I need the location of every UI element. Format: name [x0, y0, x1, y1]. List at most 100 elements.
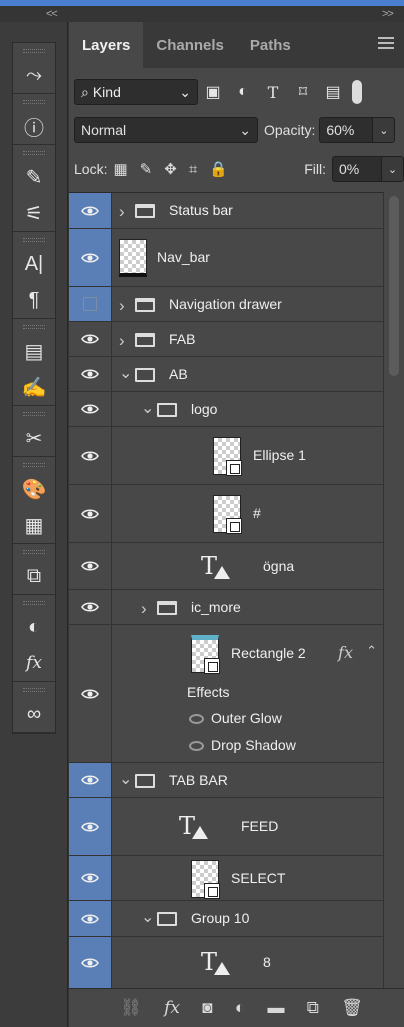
visibility-toggle[interactable] [69, 625, 112, 762]
layer-name[interactable]: AB [169, 366, 188, 382]
layer-name[interactable]: ic_more [191, 599, 241, 615]
adjustments-icon[interactable]: ⚟ [13, 195, 55, 231]
visibility-toggle[interactable] [69, 901, 112, 936]
layer-thumbnail[interactable] [191, 859, 220, 899]
layer-row[interactable]: ⌄ TAB BAR [69, 763, 383, 798]
layer-row[interactable]: Ellipse 1 [69, 427, 383, 485]
visibility-toggle[interactable] [69, 543, 112, 589]
lock-artboard-icon[interactable]: ⌗ [189, 161, 197, 178]
type-filter-icon[interactable]: T [258, 83, 288, 102]
visibility-toggle[interactable] [69, 485, 112, 542]
layer-thumbnail[interactable] [213, 495, 242, 534]
tab-paths[interactable]: Paths [237, 22, 304, 68]
tool-group-grip[interactable] [23, 601, 45, 605]
layer-row[interactable]: T FEED [69, 798, 383, 856]
layer-name[interactable]: FAB [169, 331, 195, 347]
brush-settings-icon[interactable]: ✎ [13, 159, 55, 195]
tool-group-grip[interactable] [23, 49, 45, 53]
delete-icon[interactable]: 🗑 [341, 998, 363, 1018]
layer-name[interactable]: Nav_bar [157, 249, 210, 265]
effect-item[interactable]: Outer Glow [211, 710, 282, 726]
visibility-toggle[interactable] [69, 392, 112, 426]
chevron-down-icon[interactable]: ⌄ [119, 769, 132, 789]
glyph-panel-icon[interactable]: ▤ [13, 333, 55, 369]
visibility-toggle[interactable] [69, 193, 112, 228]
history-icon[interactable]: ⤳ [13, 57, 55, 93]
opacity-input[interactable]: 60% [319, 117, 374, 143]
add-mask-icon[interactable]: ◙ [202, 998, 212, 1018]
effect-eye-icon[interactable] [189, 714, 204, 724]
layer-row[interactable]: ⌄ Group 10 [69, 901, 383, 937]
visibility-toggle[interactable] [69, 357, 112, 391]
visibility-toggle[interactable] [69, 763, 112, 797]
layer-name[interactable]: Status bar [169, 202, 233, 218]
layer-name[interactable]: TAB BAR [169, 772, 228, 788]
collapse-right-button[interactable]: >> [382, 8, 394, 22]
link-icon[interactable]: ⛓ [120, 998, 142, 1018]
fx-icon[interactable]: fx [164, 998, 180, 1018]
chevron-down-icon[interactable]: ⌄ [119, 363, 132, 383]
layers-scrollbar[interactable] [383, 192, 404, 988]
tool-group-grip[interactable] [23, 463, 45, 467]
layer-thumbnail[interactable] [191, 635, 220, 674]
layer-name[interactable]: 8 [263, 954, 271, 970]
effect-item[interactable]: Drop Shadow [211, 737, 296, 753]
visibility-toggle[interactable] [69, 427, 112, 484]
paragraph-icon[interactable]: ¶ [13, 282, 55, 318]
grid-icon[interactable]: ▦ [13, 507, 55, 543]
tool-group-grip[interactable] [23, 325, 45, 329]
blend-mode-select[interactable]: Normal ⌄ [74, 117, 258, 143]
fill-input[interactable]: 0% [332, 156, 382, 182]
layer-row[interactable]: Nav_bar [69, 229, 383, 287]
filter-toggle-switch[interactable] [352, 80, 362, 104]
visibility-toggle[interactable] [69, 287, 112, 321]
panel-menu-icon[interactable] [378, 37, 394, 49]
info-icon[interactable]: ⓘ [13, 108, 55, 144]
adjustment-filter-icon[interactable]: ◐ [228, 83, 258, 101]
visibility-toggle[interactable] [69, 798, 112, 855]
chevron-right-icon[interactable]: › [119, 202, 125, 222]
visibility-toggle[interactable] [69, 229, 112, 286]
tool-group-grip[interactable] [23, 100, 45, 104]
chevron-down-icon[interactable]: ⌄ [141, 398, 154, 418]
tool-group-grip[interactable] [23, 151, 45, 155]
tool-group-grip[interactable] [23, 688, 45, 692]
layer-name[interactable]: Ellipse 1 [253, 447, 306, 463]
layer-row[interactable]: › ic_more [69, 590, 383, 625]
layer-row[interactable]: ⌄ AB [69, 357, 383, 392]
layer-name[interactable]: FEED [241, 818, 278, 834]
collapse-left-button[interactable]: << [46, 8, 58, 22]
styles-icon[interactable]: fx [13, 645, 55, 681]
layer-row[interactable]: Tögna [69, 543, 383, 590]
visibility-toggle[interactable] [69, 937, 112, 988]
layer-name[interactable]: SELECT [231, 870, 285, 886]
visibility-toggle[interactable] [69, 590, 112, 624]
layer-name[interactable]: logo [191, 401, 217, 417]
effect-eye-icon[interactable] [189, 741, 204, 751]
layer-row[interactable]: › Navigation drawer [69, 287, 383, 322]
tool-group-grip[interactable] [23, 238, 45, 242]
layer-row[interactable]: # [69, 485, 383, 543]
swatches-icon[interactable]: 🎨 [13, 471, 55, 507]
creative-cloud-icon[interactable]: ∞ [13, 696, 55, 732]
layer-row[interactable]: ⌄ logo [69, 392, 383, 427]
shape-filter-icon[interactable]: ⌑ [288, 82, 318, 102]
layer-effects-icon[interactable]: fx [338, 643, 353, 662]
layer-name[interactable]: Navigation drawer [169, 296, 282, 312]
chevron-right-icon[interactable]: › [141, 599, 147, 619]
lock-position-icon[interactable]: ✥ [164, 160, 177, 178]
lock-image-icon[interactable]: ✎ [140, 160, 153, 178]
tool-presets-icon[interactable]: ✂ [13, 420, 55, 456]
layer-name[interactable]: # [253, 505, 261, 521]
layer-thumbnail[interactable] [213, 437, 242, 476]
adjustment-layer-icon[interactable]: ◐ [235, 998, 245, 1018]
smart-object-filter-icon[interactable]: ▤ [318, 82, 348, 102]
scrollbar-thumb[interactable] [389, 196, 399, 376]
effects-collapse-icon[interactable]: ⌃ [366, 643, 377, 659]
character-icon[interactable]: A| [13, 246, 55, 282]
layer-row[interactable]: › Status bar [69, 193, 383, 229]
visibility-toggle[interactable] [69, 322, 112, 356]
tab-layers[interactable]: Layers [69, 22, 144, 68]
layer-name[interactable]: ögna [263, 558, 294, 574]
new-layer-icon[interactable]: ⧉ [307, 998, 319, 1018]
